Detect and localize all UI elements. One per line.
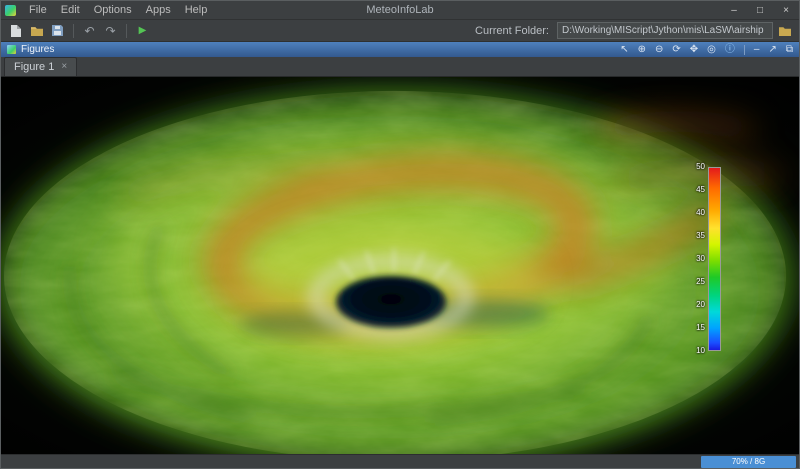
redo-icon: ↷ bbox=[105, 24, 115, 38]
browse-folder-button[interactable] bbox=[775, 21, 794, 40]
figure-canvas[interactable]: 50 45 40 35 30 25 20 15 10 bbox=[1, 77, 799, 454]
figures-panel-icon bbox=[7, 45, 16, 54]
hurricane-volume-render bbox=[1, 77, 799, 454]
app-logo-icon bbox=[5, 5, 16, 16]
tab-label: Figure 1 bbox=[14, 61, 54, 73]
colorbar-tick-label: 25 bbox=[696, 278, 705, 286]
new-file-icon bbox=[11, 25, 21, 37]
colorbar: 504540353025201510 bbox=[696, 167, 721, 351]
save-disk-icon bbox=[52, 25, 63, 36]
run-script-button[interactable]: ▶ bbox=[133, 21, 152, 40]
current-folder-label: Current Folder: bbox=[475, 25, 555, 37]
figures-panel-header: Figures ↖ ⊕ ⊖ ⟳ ✥ ◎ ⓘ – ↗ ⧉ bbox=[1, 42, 799, 57]
close-button[interactable]: × bbox=[773, 1, 799, 19]
open-file-button[interactable] bbox=[27, 21, 46, 40]
menu-help[interactable]: Help bbox=[178, 3, 215, 17]
tab-figure-1[interactable]: Figure 1 × bbox=[4, 57, 77, 76]
figures-panel-title: Figures bbox=[21, 44, 54, 55]
zoom-in-tool-icon[interactable]: ⊕ bbox=[638, 45, 646, 55]
title-bar: File Edit Options Apps Help MeteoInfoLab… bbox=[1, 1, 799, 20]
full-extent-tool-icon[interactable]: ◎ bbox=[707, 45, 716, 55]
figure-tab-bar: Figure 1 × bbox=[1, 57, 799, 77]
pan-tool-icon[interactable]: ✥ bbox=[690, 45, 698, 55]
current-folder-input[interactable] bbox=[557, 22, 773, 39]
tab-close-icon[interactable]: × bbox=[61, 62, 67, 72]
new-script-button[interactable] bbox=[6, 21, 25, 40]
minimize-button[interactable]: – bbox=[721, 1, 747, 19]
window-controls: – □ × bbox=[721, 1, 799, 19]
figure-toolbar: ↖ ⊕ ⊖ ⟳ ✥ ◎ ⓘ – ↗ ⧉ bbox=[620, 45, 793, 55]
colorbar-tick-label: 50 bbox=[696, 163, 705, 171]
maximize-button[interactable]: □ bbox=[747, 1, 773, 19]
panel-collapse-icon[interactable]: – bbox=[754, 45, 760, 55]
panel-maximize-icon[interactable]: ⧉ bbox=[786, 45, 793, 55]
colorbar-tick-label: 30 bbox=[696, 255, 705, 263]
menu-options[interactable]: Options bbox=[87, 3, 139, 17]
colorbar-tick-label: 10 bbox=[696, 347, 705, 355]
colorbar-tick-label: 20 bbox=[696, 301, 705, 309]
undo-button[interactable]: ↶ bbox=[80, 21, 99, 40]
toolbar-separator bbox=[73, 24, 74, 38]
rotate-tool-icon[interactable]: ⟳ bbox=[672, 45, 680, 55]
panel-float-icon[interactable]: ↗ bbox=[768, 45, 776, 55]
zoom-out-tool-icon[interactable]: ⊖ bbox=[655, 45, 663, 55]
figure-toolbar-separator bbox=[744, 45, 745, 55]
meteoinfolab-window: File Edit Options Apps Help MeteoInfoLab… bbox=[0, 0, 800, 469]
colorbar-tick-label: 35 bbox=[696, 232, 705, 240]
colorbar-tick-label: 45 bbox=[696, 186, 705, 194]
memory-usage-indicator[interactable]: 70% / 8G bbox=[701, 456, 796, 468]
open-folder-icon bbox=[31, 26, 43, 36]
pointer-tool-icon[interactable]: ↖ bbox=[620, 45, 628, 55]
menu-edit[interactable]: Edit bbox=[54, 3, 87, 17]
colorbar-tick-label: 15 bbox=[696, 324, 705, 332]
colorbar-tick-labels: 50 45 40 35 30 25 20 15 10 bbox=[696, 163, 705, 355]
colorbar-gradient bbox=[708, 167, 721, 351]
colorbar-tick-label: 40 bbox=[696, 209, 705, 217]
redo-button[interactable]: ↷ bbox=[101, 21, 120, 40]
toolbar-separator bbox=[126, 24, 127, 38]
save-button[interactable] bbox=[48, 21, 67, 40]
menu-file[interactable]: File bbox=[22, 3, 54, 17]
main-toolbar: ↶ ↷ ▶ Current Folder: bbox=[1, 20, 799, 42]
browse-folder-icon bbox=[779, 26, 791, 36]
run-icon: ▶ bbox=[139, 25, 147, 36]
identify-tool-icon[interactable]: ⓘ bbox=[725, 45, 735, 55]
menu-apps[interactable]: Apps bbox=[139, 3, 178, 17]
status-bar: 70% / 8G bbox=[1, 454, 799, 468]
undo-icon: ↶ bbox=[84, 24, 94, 38]
